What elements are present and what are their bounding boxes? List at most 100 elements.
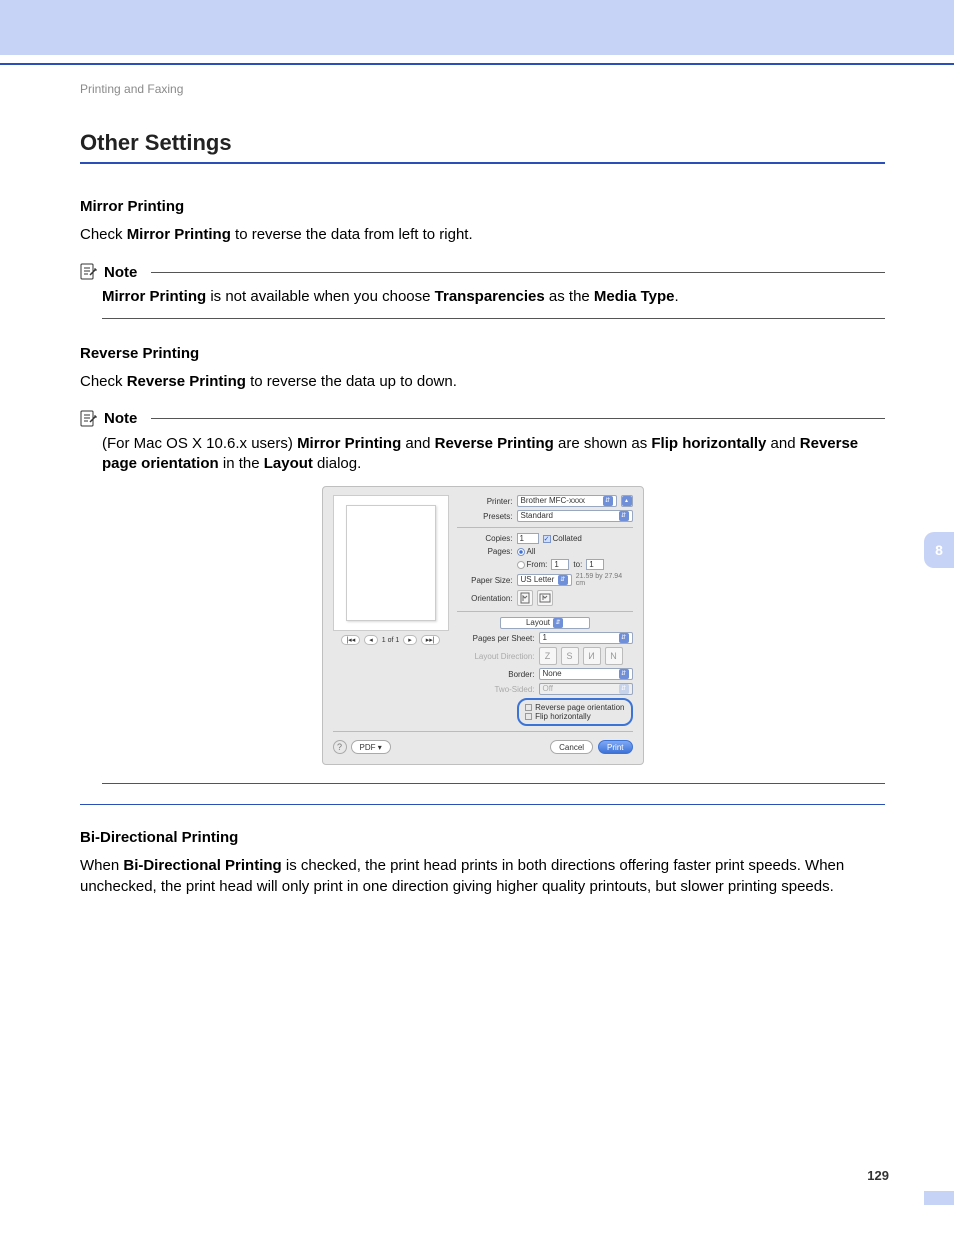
papersize-dim: 21.59 by 27.94 cm <box>576 573 633 587</box>
highlighted-options: Reverse page orientation Flip horizontal… <box>517 698 632 726</box>
page-content: Printing and Faxing Other Settings Mirro… <box>80 82 885 915</box>
page-preview <box>333 495 449 631</box>
collated-checkbox[interactable]: ✓Collated <box>543 534 582 543</box>
papersize-value: US Letter <box>521 574 555 586</box>
print-button[interactable]: Print <box>598 740 632 754</box>
note-label: Note <box>104 264 137 281</box>
footer-accent <box>924 1191 954 1205</box>
page-number: 129 <box>867 1168 889 1183</box>
note-icon <box>80 263 98 281</box>
opt1-label: Reverse page orientation <box>535 703 624 712</box>
reverse-page-orientation-checkbox[interactable]: Reverse page orientation <box>525 703 624 712</box>
text: as the <box>545 288 594 305</box>
text: . <box>675 288 679 305</box>
note-reverse: Note (For Mac OS X 10.6.x users) Mirror … <box>80 410 885 475</box>
mirror-paragraph: Check Mirror Printing to reverse the dat… <box>80 225 885 245</box>
header-rule <box>0 63 954 65</box>
pps-select[interactable]: 1⇵ <box>539 632 633 644</box>
note-end-rule <box>102 783 885 784</box>
presets-value: Standard <box>521 510 553 522</box>
chevron-down-icon: ⇵ <box>619 511 629 521</box>
text: When <box>80 857 123 874</box>
printer-select[interactable]: Brother MFC-xxxx ⇵ <box>517 495 617 507</box>
orientation-landscape-button[interactable] <box>537 590 553 606</box>
orientation-portrait-button[interactable] <box>517 590 533 606</box>
chevron-down-icon: ⇵ <box>603 496 613 506</box>
pps-value: 1 <box>543 632 547 644</box>
presets-select[interactable]: Standard ⇵ <box>517 510 633 522</box>
border-select[interactable]: None⇵ <box>539 668 633 680</box>
reverse-paragraph: Check Reverse Printing to reverse the da… <box>80 372 885 392</box>
papersize-select[interactable]: US Letter⇵ <box>517 574 572 586</box>
note-mirror: Note Mirror Printing is not available wh… <box>80 263 885 318</box>
printer-value: Brother MFC-xxxx <box>521 495 585 507</box>
pdf-menu-button[interactable]: PDF ▾ <box>351 740 391 754</box>
flip-horizontally-checkbox[interactable]: Flip horizontally <box>525 712 624 721</box>
pages-from-radio[interactable]: From: <box>517 560 548 569</box>
layoutdir-option-4[interactable]: N <box>605 647 623 665</box>
pages-to-label: to: <box>573 560 582 569</box>
printer-info-button[interactable]: ▴ <box>621 495 633 507</box>
chevron-down-icon: ⇵ <box>558 575 568 585</box>
collated-label: Collated <box>553 534 582 543</box>
note-body: (For Mac OS X 10.6.x users) Mirror Print… <box>102 434 885 475</box>
text-bold: Bi-Directional Printing <box>123 857 281 874</box>
note-rule <box>151 272 885 273</box>
printer-label: Printer: <box>457 497 513 506</box>
note-rule <box>151 418 885 419</box>
cancel-button[interactable]: Cancel <box>550 740 593 754</box>
text-bold: Transparencies <box>435 288 545 305</box>
papersize-label: Paper Size: <box>457 576 513 585</box>
orientation-label: Orientation: <box>457 594 513 603</box>
nav-last-button[interactable]: ▸▸| <box>421 635 440 645</box>
pages-from-label: From: <box>527 560 548 569</box>
pages-all-radio[interactable]: All <box>517 547 536 556</box>
twosided-label: Two-Sided: <box>457 685 535 694</box>
border-value: None <box>543 668 562 680</box>
twosided-value: Off <box>543 683 554 695</box>
note-icon <box>80 410 98 428</box>
border-label: Border: <box>457 670 535 679</box>
help-button[interactable]: ? <box>333 740 347 754</box>
copies-input[interactable]: 1 <box>517 533 539 544</box>
text: are shown as <box>554 435 652 452</box>
nav-first-button[interactable]: |◂◂ <box>341 635 360 645</box>
pages-to-input[interactable]: 1 <box>586 559 604 570</box>
section-divider <box>80 804 885 805</box>
nav-next-button[interactable]: ▸ <box>403 635 417 645</box>
breadcrumb: Printing and Faxing <box>80 82 885 96</box>
text-bold: Mirror Printing <box>127 226 231 243</box>
layoutdir-label: Layout Direction: <box>457 652 535 661</box>
text-bold: Media Type <box>594 288 675 305</box>
panel-section-value: Layout <box>526 617 550 629</box>
text: to reverse the data up to down. <box>246 373 457 390</box>
text: and <box>401 435 434 452</box>
twosided-select: Off ⇵ <box>539 683 633 695</box>
chevron-down-icon: ⇵ <box>619 633 629 643</box>
bidi-paragraph: When Bi-Directional Printing is checked,… <box>80 856 885 897</box>
text-bold: Mirror Printing <box>297 435 401 452</box>
chevron-down-icon: ⇵ <box>619 684 629 694</box>
text: dialog. <box>313 455 361 472</box>
text: Check <box>80 226 127 243</box>
text-bold: Reverse Printing <box>435 435 554 452</box>
opt2-label: Flip horizontally <box>535 712 591 721</box>
text: Check <box>80 373 127 390</box>
panel-section-select[interactable]: Layout⇵ <box>500 617 590 629</box>
layoutdir-option-2[interactable]: S <box>561 647 579 665</box>
presets-label: Presets: <box>457 512 513 521</box>
pages-from-input[interactable]: 1 <box>551 559 569 570</box>
nav-prev-button[interactable]: ◂ <box>364 635 378 645</box>
preview-nav: |◂◂ ◂ 1 of 1 ▸ ▸▸| <box>333 635 449 645</box>
bidi-heading: Bi-Directional Printing <box>80 829 885 846</box>
text-bold: Mirror Printing <box>102 288 206 305</box>
note-body: Mirror Printing is not available when yo… <box>102 287 885 307</box>
layoutdir-option-3[interactable]: И <box>583 647 601 665</box>
chapter-tab: 8 <box>924 532 954 568</box>
note-end-rule <box>102 318 885 319</box>
text: to reverse the data from left to right. <box>231 226 473 243</box>
layoutdir-option-1[interactable]: Z <box>539 647 557 665</box>
section-title: Other Settings <box>80 130 885 164</box>
text-bold: Reverse Printing <box>127 373 246 390</box>
nav-counter: 1 of 1 <box>382 637 400 644</box>
